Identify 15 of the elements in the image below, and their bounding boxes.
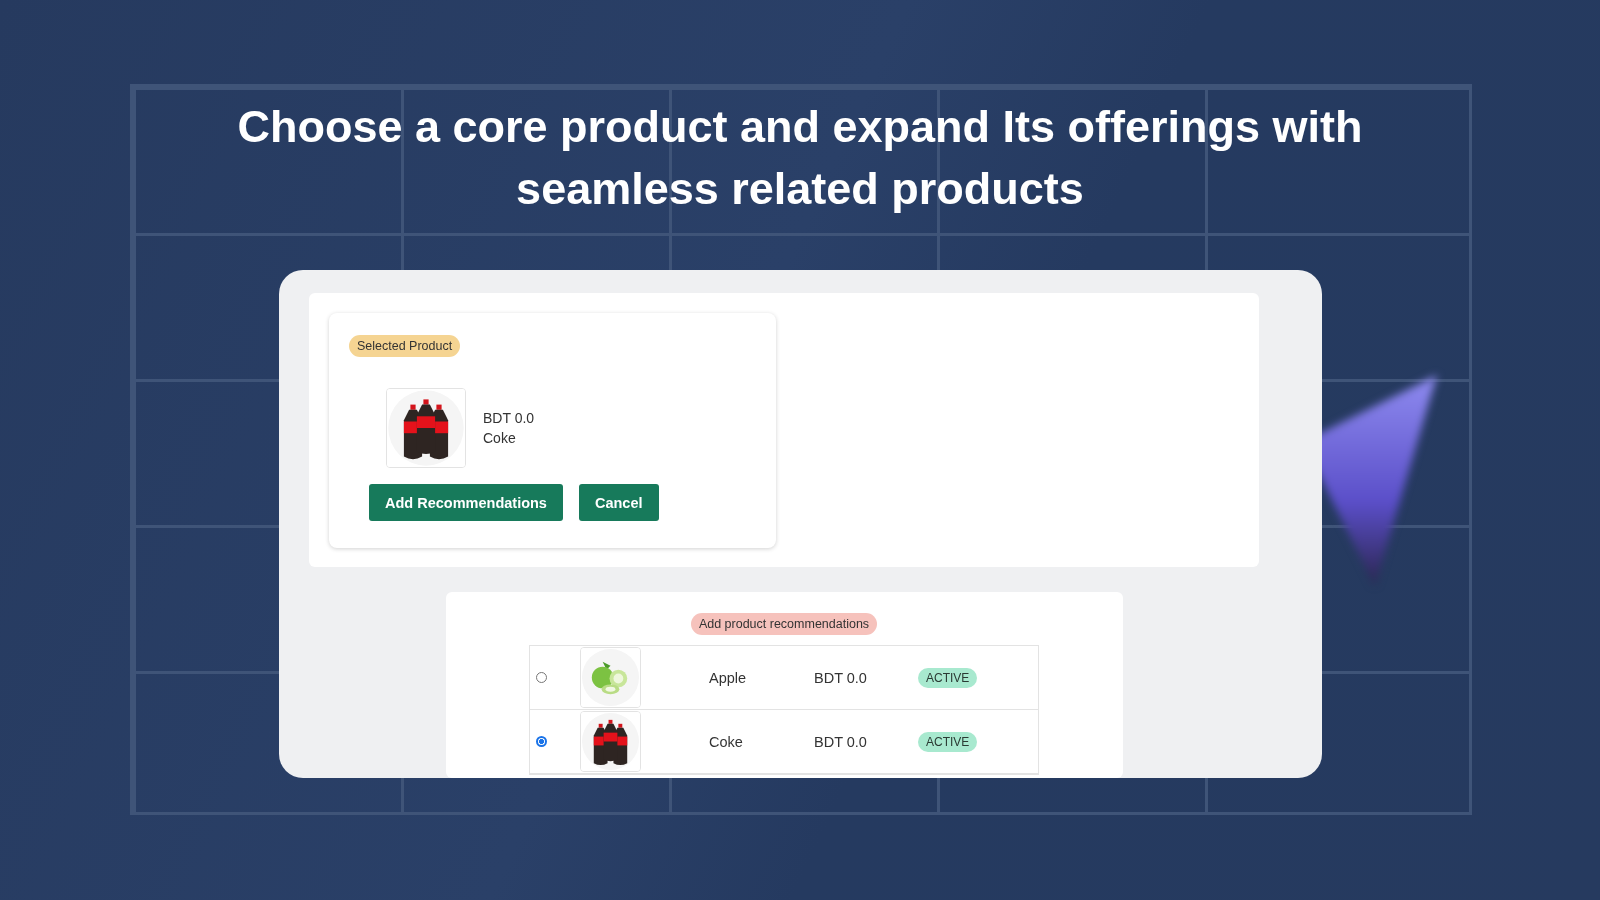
product-price: BDT 0.0	[814, 669, 868, 686]
product-name: Coke	[709, 733, 744, 750]
radio-button[interactable]	[536, 672, 547, 683]
recommendations-badge: Add product recommendations	[690, 613, 878, 635]
product-name: Coke	[483, 430, 517, 446]
product-name: Apple	[709, 669, 748, 686]
add-recommendations-button[interactable]: Add Recommendations	[369, 484, 563, 521]
selected-product-badge: Selected Product	[349, 335, 461, 357]
status-badge: ACTIVE	[918, 667, 978, 688]
radio-button[interactable]	[536, 736, 547, 747]
product-price: BDT 0.0	[814, 733, 868, 750]
product-price: BDT 0.0	[483, 410, 535, 426]
status-badge: ACTIVE	[918, 731, 978, 752]
cancel-button[interactable]: Cancel	[578, 484, 659, 521]
headline: Choose a core product and expand Its offerings with seamless related products	[236, 100, 1364, 216]
